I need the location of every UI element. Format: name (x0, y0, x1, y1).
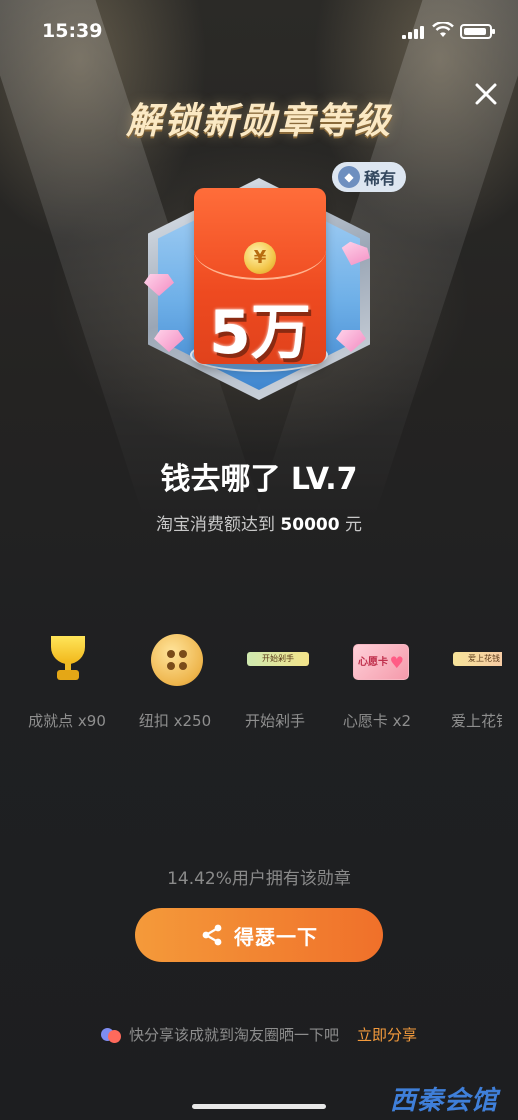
share-icon (202, 924, 222, 946)
badge-description: 淘宝消费额达到 50000 元 (0, 510, 518, 535)
reward-label: 纽扣 x250 (138, 712, 212, 730)
reward-item: 成就点 x90 (12, 630, 122, 730)
reward-label: 心愿卡 x2 (342, 712, 412, 730)
wifi-icon (432, 22, 454, 37)
coin-icon: ¥ (244, 242, 276, 274)
rarity-label: 稀有 (364, 169, 397, 188)
share-now-link[interactable]: 立即分享 (357, 1024, 417, 1045)
battery-icon (460, 24, 495, 39)
wish-card-icon: 心愿卡 ♥ (347, 630, 409, 690)
badge-amount: 5万 (209, 298, 311, 368)
reward-item: 爱上花钱 爱上花钱 (426, 630, 502, 730)
taobao-friends-logo-icon (100, 1026, 123, 1044)
owned-percent: 14.42%用户拥有该勋章 (167, 869, 351, 889)
share-tip-text: 快分享该成就到淘友圈晒一下吧 (128, 1026, 339, 1044)
reward-item: 纽扣 x250 (120, 630, 230, 730)
rarity-icon: ◆ (338, 166, 360, 188)
watermark: 西秦会馆 (390, 1086, 499, 1116)
page-title: 解锁新勋章等级 (125, 101, 392, 142)
home-indicator[interactable] (192, 1104, 326, 1109)
reward-label: 开始剁手 (244, 712, 305, 730)
cellular-signal-icon (402, 26, 424, 39)
reward-label: 成就点 x90 (28, 712, 106, 730)
rarity-badge: ◆ 稀有 (332, 162, 407, 192)
status-time: 15:39 (42, 20, 103, 42)
badge-image: ¥ 5万 (140, 170, 378, 400)
badge-name: 钱去哪了 LV.7 (160, 462, 358, 497)
reward-label: 爱上花钱 (450, 712, 502, 730)
button-icon (145, 630, 205, 690)
share-tip: 快分享该成就到淘友圈晒一下吧 立即分享 (0, 1024, 518, 1045)
reward-item: 心愿卡 ♥ 心愿卡 x2 (322, 630, 432, 730)
status-bar: 15:39 (0, 0, 518, 60)
reward-item: 开始剁手 开始剁手 (220, 630, 330, 730)
share-button-label: 得瑟一下 (234, 924, 318, 949)
share-button[interactable]: 得瑟一下 (135, 908, 383, 962)
tag-icon: 开始剁手 (245, 630, 309, 690)
badge-desc-prefix: 淘宝消费额达到 (156, 515, 281, 535)
trophy-icon (37, 630, 97, 690)
badge-desc-suffix: 元 (339, 515, 362, 535)
tag-icon: 爱上花钱 (451, 630, 502, 690)
rewards-list[interactable]: 成就点 x90 纽扣 x250 开始剁手 开始剁手 心愿卡 ♥ 心愿卡 x2 爱上… (12, 630, 502, 730)
badge-desc-value: 50000 (280, 515, 340, 535)
